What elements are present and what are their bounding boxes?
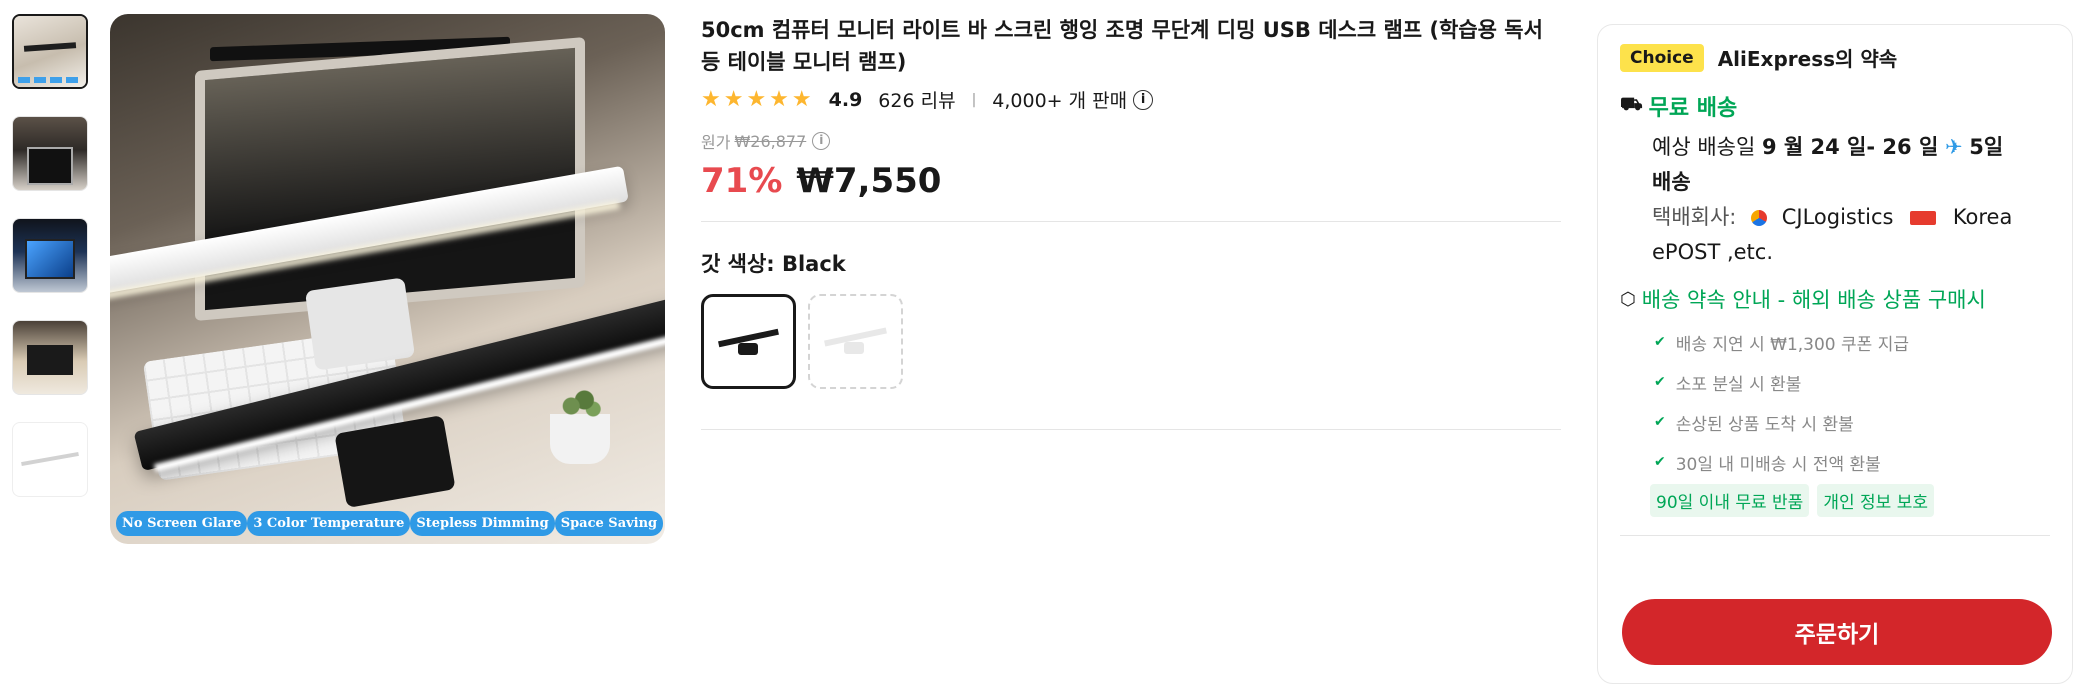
guarantee-text: 소포 분실 시 환불 <box>1675 374 1802 395</box>
color-swatch-black[interactable] <box>701 294 796 389</box>
truck-icon: ⛟ <box>1620 94 1643 115</box>
thumbnail-5[interactable] <box>12 422 88 497</box>
order-button[interactable]: 주문하기 <box>1622 599 2052 665</box>
check-icon: ✔ <box>1654 374 1666 390</box>
tag-privacy: 개인 정보 보호 <box>1817 484 1934 517</box>
feature-badge: 3 Color Temperature <box>247 511 411 536</box>
guarantee-text: 배송 지연 시 ₩1,300 쿠폰 지급 <box>1675 334 1909 355</box>
shipping-details: 예상 배송일 9 월 24 일- 26 일 ✈ 5일 배송 택배회사: CJLo… <box>1652 130 2050 270</box>
product-page: No Screen Glare 3 Color Temperature Step… <box>0 0 2079 686</box>
thumbnail-4[interactable] <box>12 320 88 395</box>
check-icon: ✔ <box>1654 454 1666 470</box>
star-rating-icon: ★★★★★ <box>701 87 815 112</box>
thumbnail-1[interactable] <box>12 14 88 89</box>
plane-icon: ✈ <box>1944 135 1963 159</box>
lamp-clamp-white <box>304 277 416 371</box>
check-icon: ✔ <box>1654 414 1666 430</box>
delivery-days: 5일 <box>1969 135 2004 159</box>
courier-label: 택배회사: <box>1652 205 1737 229</box>
plant-illustration <box>550 388 610 464</box>
divider <box>701 221 1561 222</box>
price-row: 71% ₩7,550 <box>701 161 1561 201</box>
thumbnail-3[interactable] <box>12 218 88 293</box>
guarantee-text: 30일 내 미배송 시 전액 환불 <box>1675 454 1881 475</box>
rating-value: 4.9 <box>828 88 863 111</box>
shipping-header: ⛟ 무료 배송 <box>1620 90 2050 122</box>
color-swatches <box>701 294 1561 389</box>
divider <box>1620 535 2050 536</box>
guarantee-item: ✔ 배송 지연 시 ₩1,300 쿠폰 지급 <box>1654 322 2050 362</box>
guarantee-title: 배송 약속 안내 - 해외 배송 상품 구매시 <box>1641 288 1986 312</box>
color-label: 갓 색상: Black <box>701 252 846 276</box>
thumbnail-strip <box>12 14 90 524</box>
promise-header: Choice AliExpress의 약속 <box>1620 43 2050 72</box>
delivery-suffix: 배송 <box>1652 170 1691 194</box>
package-icon: ⬡ <box>1620 288 1636 310</box>
choice-badge: Choice <box>1620 43 1704 72</box>
shipping-title: 무료 배송 <box>1648 96 1738 121</box>
original-price: ₩26,877 <box>734 131 807 151</box>
guarantee-item: ✔ 30일 내 미배송 시 전액 환불 <box>1654 442 2050 482</box>
delivery-date: 9 월 24 일- 26 일 <box>1761 135 1939 159</box>
sale-price: ₩7,550 <box>796 161 942 201</box>
feature-badges: No Screen Glare 3 Color Temperature Step… <box>110 511 665 536</box>
sold-count: 4,000+ 개 판매 <box>992 90 1128 112</box>
product-info: 50cm 컴퓨터 모니터 라이트 바 스크린 행잉 조명 무단계 디밍 USB … <box>701 14 1561 430</box>
reviews-link[interactable]: 626 리뷰 <box>878 86 955 113</box>
tag-free-return: 90일 이내 무료 반품 <box>1650 484 1810 517</box>
courier-cj: CJLogistics <box>1781 205 1894 229</box>
cj-logo-icon <box>1751 210 1768 226</box>
color-swatch-white[interactable] <box>808 294 903 389</box>
feature-badge: Space Saving <box>554 511 664 536</box>
purchase-panel: Choice AliExpress의 약속 ⛟ 무료 배송 예상 배송일 9 월… <box>1597 24 2073 684</box>
service-tags: 90일 이내 무료 반품 개인 정보 보호 <box>1650 484 2050 517</box>
courier-info: 택배회사: CJLogistics Korea ePOST ,etc. <box>1652 200 2050 270</box>
main-product-image[interactable]: No Screen Glare 3 Color Temperature Step… <box>110 14 665 544</box>
delivery-prefix: 예상 배송일 <box>1652 135 1756 159</box>
epost-logo-icon <box>1910 211 1937 225</box>
divider <box>701 429 1561 430</box>
discount-percent: 71% <box>701 161 783 201</box>
check-icon: ✔ <box>1654 334 1666 350</box>
separator: | <box>971 91 977 108</box>
guarantee-list: ✔ 배송 지연 시 ₩1,300 쿠폰 지급 ✔ 소포 분실 시 환불 ✔ 손상… <box>1654 322 2050 482</box>
feature-badge: No Screen Glare <box>116 511 248 536</box>
price-info-icon[interactable]: i <box>812 132 831 150</box>
original-price-row: 원가 ₩26,877 i <box>701 129 1561 153</box>
delivery-estimate: 예상 배송일 9 월 24 일- 26 일 ✈ 5일 배송 <box>1652 130 2050 200</box>
feature-badge: Stepless Dimming <box>410 511 555 536</box>
promise-title: AliExpress의 약속 <box>1717 47 1898 71</box>
original-price-label: 원가 <box>701 133 731 152</box>
guarantee-item: ✔ 소포 분실 시 환불 <box>1654 362 2050 402</box>
info-icon[interactable]: i <box>1133 89 1154 110</box>
guarantee-item: ✔ 손상된 상품 도착 시 환불 <box>1654 402 2050 442</box>
guarantee-header[interactable]: ⬡ 배송 약속 안내 - 해외 배송 상품 구매시 <box>1620 284 2050 314</box>
thumbnail-2[interactable] <box>12 116 88 191</box>
guarantee-text: 손상된 상품 도착 시 환불 <box>1675 414 1854 435</box>
product-title: 50cm 컴퓨터 모니터 라이트 바 스크린 행잉 조명 무단계 디밍 USB … <box>701 18 1543 74</box>
rating-row: ★★★★★ 4.9 626 리뷰 | 4,000+ 개 판매 i <box>701 86 1561 113</box>
